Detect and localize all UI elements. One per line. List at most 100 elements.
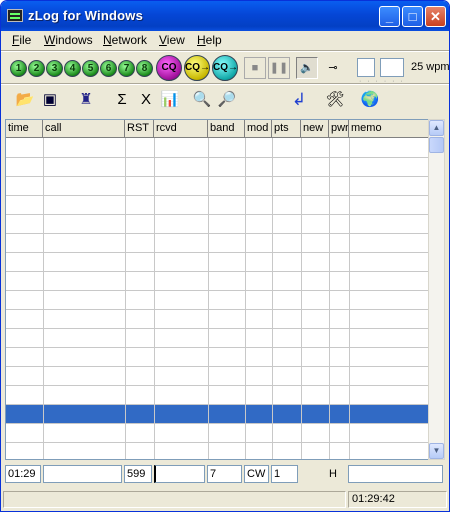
col-rst[interactable]: RST — [125, 120, 154, 138]
menu-file-rest: ile — [19, 33, 32, 47]
scroll-up-icon[interactable]: ▲ — [429, 120, 444, 136]
table-row[interactable] — [6, 196, 428, 215]
col-new[interactable]: new — [301, 120, 329, 138]
globe-icon[interactable]: 🌍 — [358, 89, 382, 113]
window-title: zLog for Windows — [28, 8, 144, 23]
grid-line — [125, 138, 126, 459]
open-folder-icon[interactable]: 📂 — [13, 89, 37, 113]
cq-repeat-2-button[interactable]: CQ→ — [212, 55, 238, 81]
col-band[interactable]: band — [208, 120, 245, 138]
table-row[interactable] — [6, 386, 428, 405]
points-field[interactable]: 1 — [271, 465, 298, 483]
close-button[interactable]: ✕ — [425, 6, 446, 27]
app-icon — [7, 9, 23, 22]
cw-key-3-button[interactable]: 3 — [46, 60, 63, 77]
grid-line — [245, 138, 246, 459]
col-call[interactable]: call — [43, 120, 125, 138]
col-pts[interactable]: pts — [272, 120, 301, 138]
scroll-down-icon[interactable]: ▼ — [429, 443, 444, 459]
grid-line — [349, 138, 350, 459]
maximize-button[interactable]: □ — [402, 6, 423, 27]
selected-table-row[interactable] — [6, 405, 428, 424]
col-memo[interactable]: memo — [349, 120, 428, 138]
mode-field[interactable]: CW — [244, 465, 269, 483]
toolbar-separator — [1, 83, 449, 85]
table-row[interactable] — [6, 291, 428, 310]
menu-network-key: N — [103, 33, 112, 47]
band-field[interactable]: 7 — [207, 465, 242, 483]
table-row[interactable] — [6, 348, 428, 367]
scroll-thumb[interactable] — [429, 137, 444, 153]
menu-network[interactable]: Network — [103, 33, 147, 47]
cw-key-5-button[interactable]: 5 — [82, 60, 99, 77]
stop-button[interactable]: ■ — [244, 57, 266, 79]
menu-help-rest: elp — [205, 33, 222, 47]
table-row[interactable] — [6, 215, 428, 234]
table-row[interactable] — [6, 158, 428, 177]
title-bar[interactable]: zLog for Windows _ □ ✕ — [1, 1, 449, 31]
options-tools-icon[interactable]: 🛠 — [323, 89, 347, 113]
check-multi-icon[interactable]: 🔎 — [215, 89, 239, 113]
memo-input[interactable] — [348, 465, 443, 483]
rcvd-input[interactable] — [154, 465, 205, 483]
cw-key-8-button[interactable]: 8 — [136, 60, 153, 77]
cw-key-1-button[interactable]: 1 — [10, 60, 27, 77]
table-row[interactable] — [6, 139, 428, 158]
col-mod[interactable]: mod — [245, 120, 272, 138]
power-field[interactable]: H — [329, 468, 337, 480]
grid-header: time call RST rcvd band mod pts new pwr … — [6, 120, 428, 138]
time-field[interactable]: 01:29 — [5, 465, 41, 483]
rate-chart-icon[interactable]: 📊 — [158, 89, 182, 113]
cw-key-6-button[interactable]: 6 — [100, 60, 117, 77]
cw-key-7-button[interactable]: 7 — [118, 60, 135, 77]
cw-key-icon[interactable]: ⊸ — [322, 57, 344, 79]
cq-repeat-button[interactable]: CQ→ — [184, 55, 210, 81]
col-time[interactable]: time — [6, 120, 43, 138]
rst-field[interactable]: 599 — [124, 465, 152, 483]
grid-line — [43, 138, 44, 459]
menu-view[interactable]: View — [159, 33, 185, 47]
menu-windows[interactable]: Windows — [44, 33, 93, 47]
table-row[interactable] — [6, 367, 428, 386]
menu-view-key: V — [159, 33, 167, 47]
table-row[interactable] — [6, 177, 428, 196]
qso-log-grid[interactable]: time call RST rcvd band mod pts new pwr … — [5, 119, 429, 460]
menu-file[interactable]: File — [12, 33, 31, 47]
table-row[interactable] — [6, 272, 428, 291]
summary-sigma-icon[interactable]: Σ — [110, 89, 134, 113]
menu-help[interactable]: Help — [197, 33, 222, 47]
pause-button[interactable]: ❚❚ — [268, 57, 290, 79]
wpm-spin-right[interactable] — [380, 58, 404, 77]
cw-key-4-button[interactable]: 4 — [64, 60, 81, 77]
col-pwr[interactable]: pwr — [329, 120, 349, 138]
check-call-icon[interactable]: 🔍 — [190, 89, 214, 113]
table-row[interactable] — [6, 234, 428, 253]
menu-windows-rest: indows — [55, 33, 93, 47]
menu-windows-key: W — [44, 33, 56, 47]
status-bar: 01:29:42 — [1, 488, 449, 511]
table-row[interactable] — [6, 424, 428, 443]
grid-line — [272, 138, 273, 459]
wpm-spin-left[interactable] — [357, 58, 375, 77]
multiplier-x-icon[interactable]: X — [134, 89, 158, 113]
table-row[interactable] — [6, 310, 428, 329]
grid-line — [301, 138, 302, 459]
table-row[interactable] — [6, 443, 428, 459]
partial-check-icon[interactable]: ♜ — [74, 89, 98, 113]
grid-scrollbar[interactable]: ▲ ▼ — [428, 119, 445, 460]
col-rcvd[interactable]: rcvd — [154, 120, 208, 138]
grid-line — [329, 138, 330, 459]
cw-key-2-button[interactable]: 2 — [28, 60, 45, 77]
callsign-input[interactable] — [43, 465, 122, 483]
table-row[interactable] — [6, 253, 428, 272]
save-icon[interactable]: ▣ — [38, 89, 62, 113]
minimize-button[interactable]: _ — [379, 6, 400, 27]
enter-return-icon[interactable]: ↲ — [287, 89, 311, 113]
status-message-panel — [3, 491, 346, 508]
wpm-label: 25 wpm — [411, 61, 450, 73]
speaker-icon[interactable]: 🔈 — [296, 57, 318, 79]
menu-bar: File Windows Network View Help — [1, 31, 449, 50]
menu-view-rest: iew — [166, 33, 185, 47]
cq-button[interactable]: CQ — [156, 55, 182, 81]
table-row[interactable] — [6, 329, 428, 348]
